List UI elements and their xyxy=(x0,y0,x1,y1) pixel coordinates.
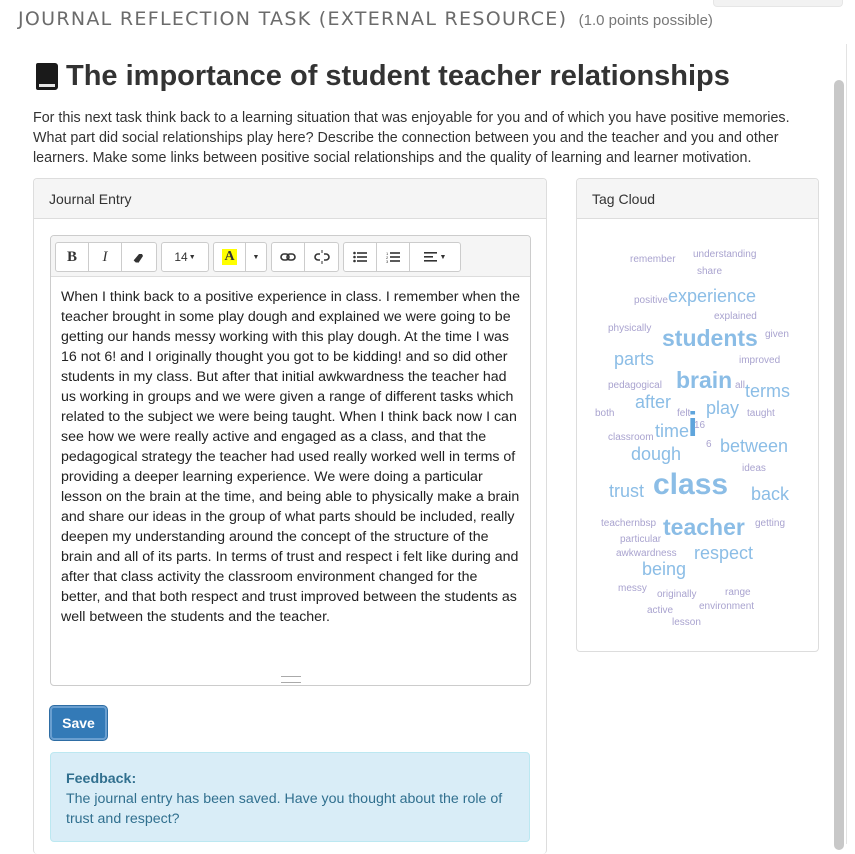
tag-cloud: remember understanding share positive experi… xyxy=(577,219,818,649)
points-possible: (1.0 points possible) xyxy=(578,12,713,29)
tag-trust[interactable]: trust xyxy=(609,482,644,500)
svg-text:3: 3 xyxy=(386,259,389,263)
tag-being[interactable]: being xyxy=(642,560,686,578)
eraser-icon xyxy=(133,253,143,262)
text-color-button[interactable]: A xyxy=(214,243,246,271)
tag-respect[interactable]: respect xyxy=(694,544,753,562)
numbered-list-button[interactable]: 123 xyxy=(377,243,410,271)
page-heading: The importance of student teacher relati… xyxy=(36,60,730,93)
bold-button[interactable]: B xyxy=(56,243,89,271)
task-instructions: For this next task think back to a learn… xyxy=(33,110,790,166)
feedback-title: Feedback: xyxy=(66,771,137,787)
tag-particular[interactable]: particular xyxy=(620,535,661,545)
tag-ideas[interactable]: ideas xyxy=(742,464,766,474)
tag-understanding[interactable]: understanding xyxy=(693,250,756,260)
tag-brain[interactable]: brain xyxy=(676,369,732,392)
tag-after[interactable]: after xyxy=(635,393,671,411)
tag-all[interactable]: all xyxy=(735,381,745,391)
tag-both[interactable]: both xyxy=(595,409,614,419)
bullet-list-button[interactable] xyxy=(344,243,377,271)
tag-share[interactable]: share xyxy=(697,267,722,277)
tag-16[interactable]: 16 xyxy=(694,421,705,431)
tag-lesson[interactable]: lesson xyxy=(672,618,701,628)
editor-toolbar: B I 14 ▼ A ▼ 1 2 3 ▼ xyxy=(51,236,530,277)
tag-cloud-panel: Tag Cloud remember understanding share posi… xyxy=(576,178,819,652)
book-icon xyxy=(36,63,58,90)
color-dropdown-caret[interactable]: ▼ xyxy=(246,243,266,271)
tag-taught[interactable]: taught xyxy=(747,409,775,419)
task-title: JOURNAL REFLECTION TASK (EXTERNAL RESOUR… xyxy=(18,8,713,30)
link-icon xyxy=(280,253,296,261)
tag-back[interactable]: back xyxy=(751,485,789,503)
journal-entry-panel: Journal Entry B I 14 ▼ A ▼ 1 2 3 ▼ When … xyxy=(33,178,547,854)
page-heading-text: The importance of student teacher relati… xyxy=(66,60,730,92)
tag-class[interactable]: class xyxy=(653,470,728,500)
tag-classroom[interactable]: classroom xyxy=(608,433,654,443)
paragraph-align-dropdown[interactable]: ▼ xyxy=(410,243,460,271)
task-title-text: JOURNAL REFLECTION TASK (EXTERNAL RESOUR… xyxy=(18,8,568,30)
scrollbar[interactable] xyxy=(834,80,844,850)
tag-explained[interactable]: explained xyxy=(714,312,757,322)
link-group xyxy=(271,242,339,272)
tag-given[interactable]: given xyxy=(765,330,789,340)
list-group: 123 ▼ xyxy=(343,242,461,272)
tag-experience[interactable]: experience xyxy=(668,287,756,305)
italic-button[interactable]: I xyxy=(89,243,122,271)
insert-link-button[interactable] xyxy=(272,243,305,271)
tag-messy[interactable]: messy xyxy=(618,584,647,594)
format-button-group: B I xyxy=(55,242,157,272)
rich-text-editor[interactable]: B I 14 ▼ A ▼ 1 2 3 ▼ When I think back t… xyxy=(50,235,531,686)
tag-terms[interactable]: terms xyxy=(745,382,790,400)
font-size-group: 14 ▼ xyxy=(161,242,209,272)
numbered-list-icon: 123 xyxy=(386,251,400,263)
tag-environment[interactable]: environment xyxy=(699,602,754,612)
tag-awkwardness[interactable]: awkwardness xyxy=(616,549,677,559)
tag-improved[interactable]: improved xyxy=(739,356,780,366)
top-right-tab[interactable] xyxy=(713,0,843,7)
editor-resize-handle[interactable] xyxy=(281,676,301,683)
tag-originally[interactable]: originally xyxy=(657,590,696,600)
tag-parts[interactable]: parts xyxy=(614,350,654,368)
journal-entry-text[interactable]: When I think back to a positive experien… xyxy=(51,277,530,627)
tag-active[interactable]: active xyxy=(647,606,673,616)
align-left-icon xyxy=(423,252,437,262)
highlight-a-icon: A xyxy=(222,249,237,265)
tag-positive[interactable]: positive xyxy=(634,296,668,306)
tag-dough[interactable]: dough xyxy=(631,445,681,463)
tag-students[interactable]: students xyxy=(662,327,758,350)
clear-format-button[interactable] xyxy=(122,243,154,271)
tag-getting[interactable]: getting xyxy=(755,519,785,529)
unlink-icon xyxy=(313,250,330,264)
tag-remember[interactable]: remember xyxy=(630,255,676,265)
color-group: A ▼ xyxy=(213,242,267,272)
tag-pedagogical[interactable]: pedagogical xyxy=(608,381,662,391)
caret-down-icon: ▼ xyxy=(252,253,260,261)
font-size-value: 14 xyxy=(174,250,188,264)
tag-6[interactable]: 6 xyxy=(706,440,712,450)
tag-teachernbsp[interactable]: teachernbsp xyxy=(601,519,656,529)
tag-cloud-panel-title: Tag Cloud xyxy=(577,179,818,219)
feedback-alert: Feedback: The journal entry has been sav… xyxy=(50,752,530,842)
tag-play[interactable]: play xyxy=(706,399,739,417)
feedback-message: The journal entry has been saved. Have y… xyxy=(66,791,503,827)
caret-down-icon: ▼ xyxy=(188,253,196,261)
tag-teacher[interactable]: teacher xyxy=(663,516,745,539)
font-size-dropdown[interactable]: 14 ▼ xyxy=(162,243,208,271)
journal-entry-panel-title: Journal Entry xyxy=(34,179,546,219)
tag-range[interactable]: range xyxy=(725,588,751,598)
tag-time[interactable]: time xyxy=(655,422,689,440)
tag-between[interactable]: between xyxy=(720,437,788,455)
caret-down-icon: ▼ xyxy=(439,253,447,261)
tag-physically[interactable]: physically xyxy=(608,324,651,334)
bullet-list-icon xyxy=(353,251,367,263)
save-button[interactable]: Save xyxy=(50,706,107,740)
unlink-button[interactable] xyxy=(305,243,338,271)
